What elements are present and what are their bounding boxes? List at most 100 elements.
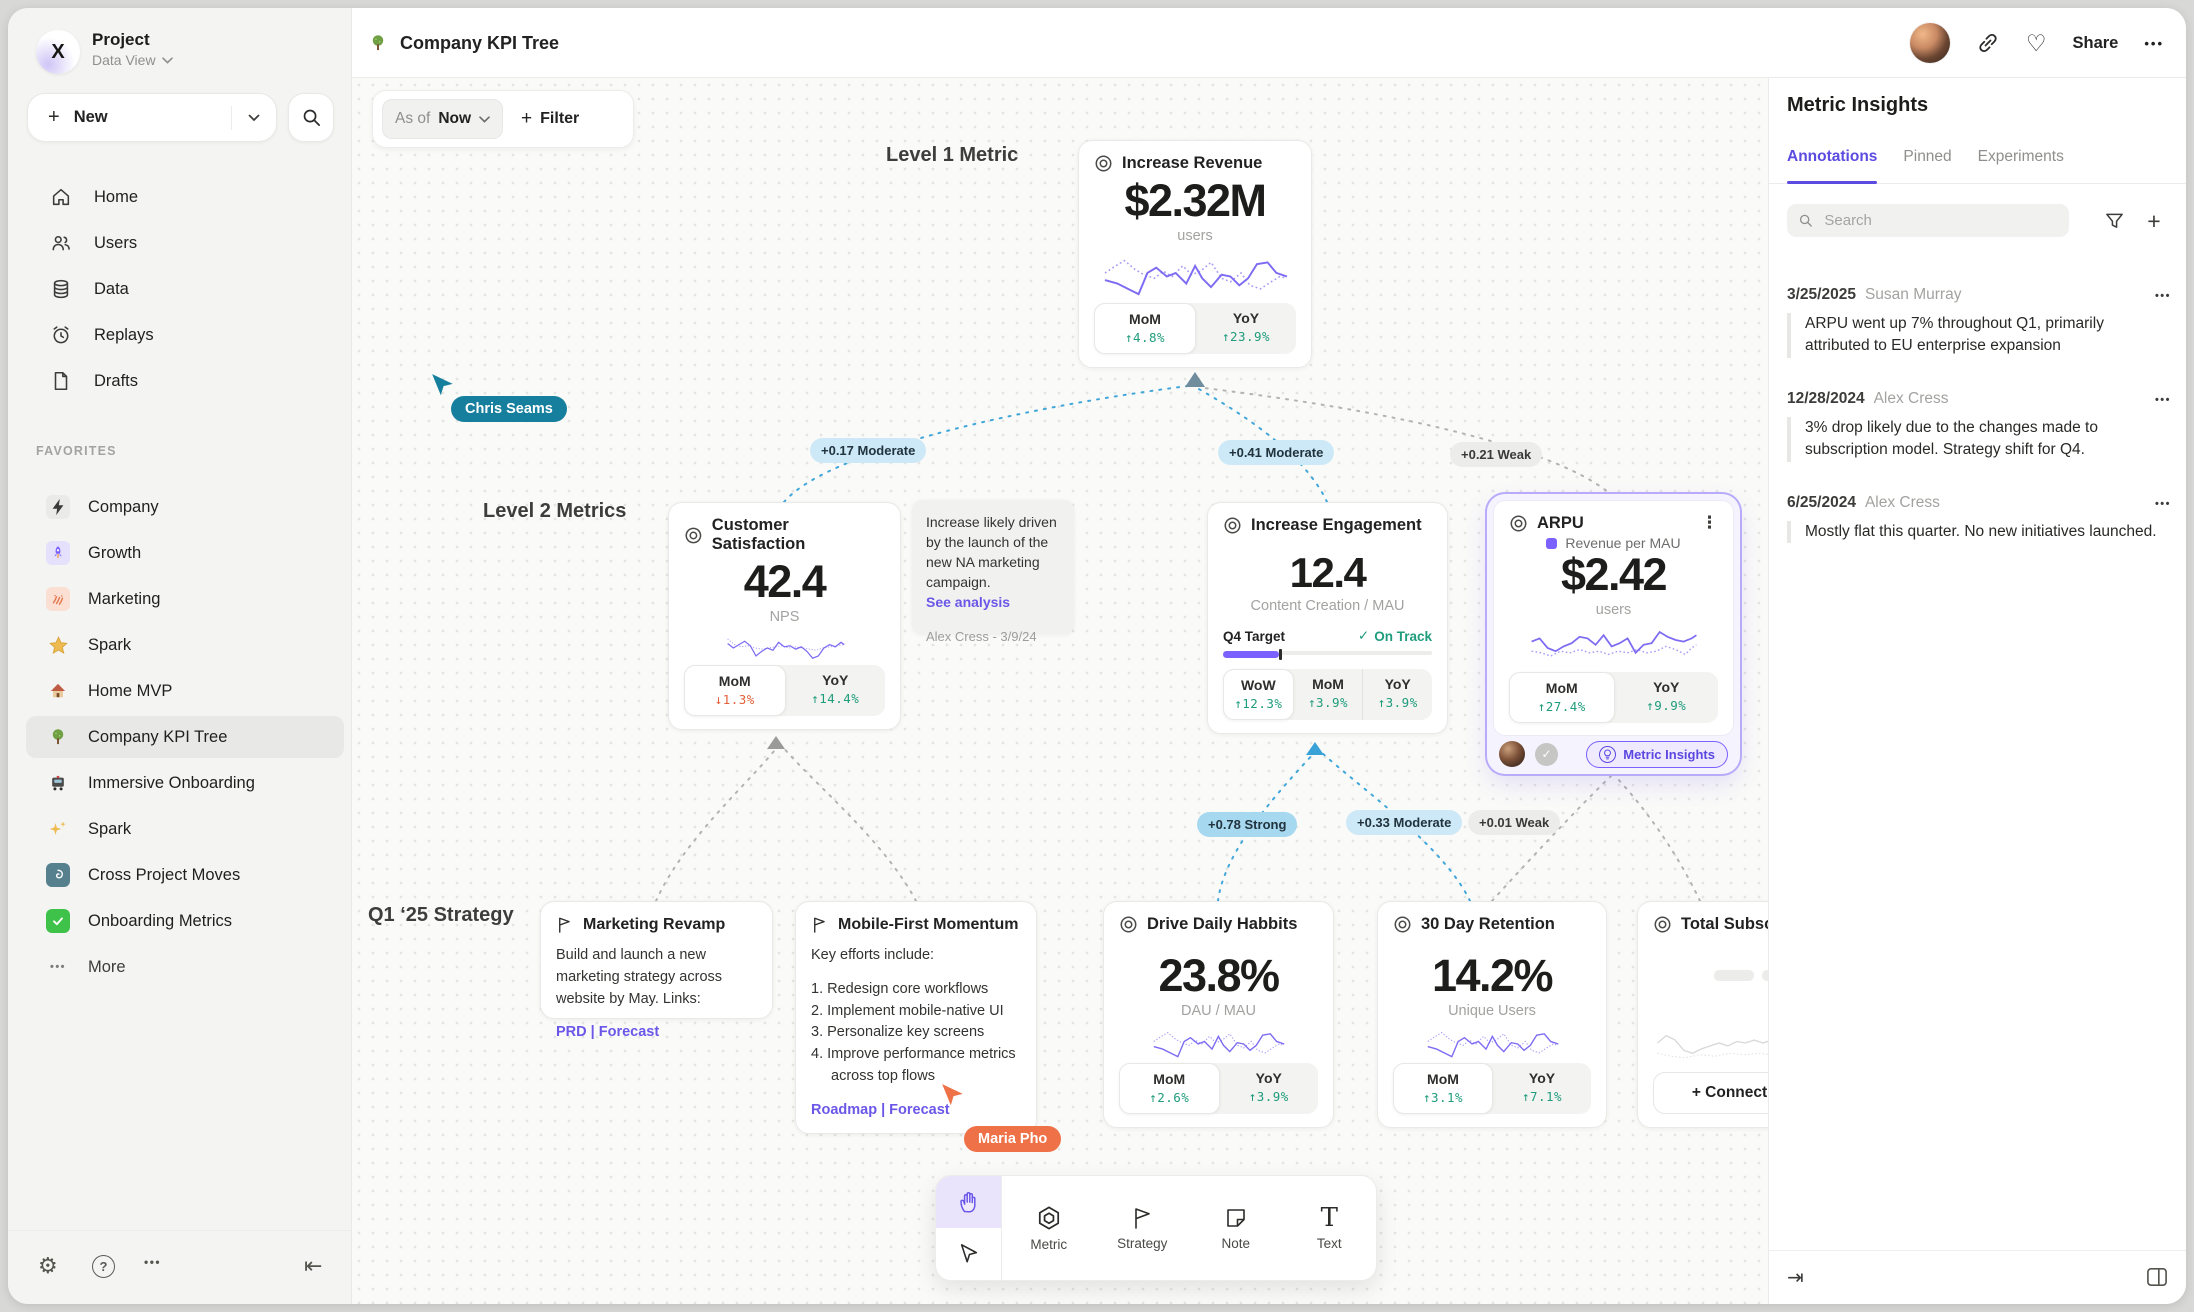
search-icon bbox=[301, 107, 322, 128]
favorite-item-growth[interactable]: Growth bbox=[26, 532, 344, 574]
annotations-search[interactable] bbox=[1787, 204, 2069, 237]
tab-experiments[interactable]: Experiments bbox=[1978, 140, 2064, 183]
tab-pinned[interactable]: Pinned bbox=[1903, 140, 1951, 183]
sidebar-item-home[interactable]: Home bbox=[26, 176, 344, 218]
collapse-sidebar-icon[interactable]: ⇤ bbox=[304, 1253, 322, 1279]
annotation-item[interactable]: 3/25/2025 Susan Murray ••• ARPU went up … bbox=[1787, 286, 2171, 358]
sidebar-item-data[interactable]: Data bbox=[26, 268, 344, 310]
favorites-heading: FAVORITES bbox=[36, 444, 117, 458]
project-view-switcher[interactable]: Data View bbox=[92, 52, 173, 68]
favorite-item-label: Growth bbox=[88, 544, 141, 563]
sidebar-item-users[interactable]: Users bbox=[26, 222, 344, 264]
strategy-card-mobile-first-momentum[interactable]: Mobile-First Momentum Key efforts includ… bbox=[795, 901, 1037, 1134]
stat-mom: MoM↓1.3% bbox=[684, 665, 786, 716]
select-tool-button[interactable] bbox=[936, 1228, 1001, 1280]
favorite-item-immersive-onboarding[interactable]: Immersive Onboarding bbox=[26, 762, 344, 804]
metric-unit: Unique Users bbox=[1393, 1003, 1591, 1019]
help-icon[interactable]: ? bbox=[92, 1255, 115, 1278]
metric-card-arpu[interactable]: ARPU ⋮ Revenue per MAU $2.42 users MoM↑2… bbox=[1487, 494, 1740, 774]
metric-card-increase-revenue[interactable]: Increase Revenue $2.32M users MoM↑4.8% Y… bbox=[1078, 140, 1312, 368]
marketing-icon bbox=[46, 587, 70, 611]
skeleton-placeholder bbox=[1653, 970, 1768, 981]
chevron-down-icon bbox=[162, 57, 173, 64]
hand-tool-button[interactable] bbox=[936, 1176, 1001, 1228]
canvas-controls: As of Now + Filter bbox=[372, 90, 634, 148]
card-title: Marketing Revamp bbox=[583, 916, 725, 934]
sidebar-more-button[interactable]: ••• More bbox=[26, 946, 344, 988]
favorite-item-company-kpi-tree[interactable]: Company KPI Tree bbox=[26, 716, 344, 758]
collapse-panel-icon[interactable]: ⇥ bbox=[1787, 1265, 1804, 1290]
favorite-item-company[interactable]: Company bbox=[26, 486, 344, 528]
settings-gear-icon[interactable]: ⚙ bbox=[38, 1253, 58, 1279]
metric-card-30-day-retention[interactable]: 30 Day Retention 14.2% Unique Users MoM↑… bbox=[1377, 901, 1607, 1128]
filter-button[interactable]: + Filter bbox=[521, 108, 579, 130]
strategy-list-item: 2. Implement mobile-native UI bbox=[811, 1001, 1021, 1023]
favorite-item-spark-2[interactable]: Spark bbox=[26, 808, 344, 850]
favorite-item-spark[interactable]: Spark bbox=[26, 624, 344, 666]
metric-card-customer-satisfaction[interactable]: Customer Satisfaction 42.4 NPS MoM↓1.3% … bbox=[668, 502, 901, 730]
sidebar-item-replays[interactable]: Replays bbox=[26, 314, 344, 356]
metric-tool-button[interactable]: Metric bbox=[1002, 1176, 1096, 1280]
card-title: Increase Revenue bbox=[1122, 154, 1262, 173]
see-analysis-link[interactable]: See analysis bbox=[926, 593, 1060, 613]
copy-link-icon[interactable] bbox=[1976, 31, 2000, 55]
users-icon bbox=[50, 232, 72, 254]
canvas-note[interactable]: Increase likely driven by the launch of … bbox=[912, 500, 1074, 634]
stat-mom: MoM↑3.1% bbox=[1393, 1063, 1493, 1114]
annotation-menu-icon[interactable]: ••• bbox=[2155, 498, 2171, 510]
annotation-menu-icon[interactable]: ••• bbox=[2155, 290, 2171, 302]
favorite-item-marketing[interactable]: Marketing bbox=[26, 578, 344, 620]
as-of-selector[interactable]: As of Now bbox=[382, 99, 503, 139]
text-tool-button[interactable]: T Text bbox=[1283, 1176, 1377, 1280]
strategy-links[interactable]: PRD | Forecast bbox=[556, 1024, 757, 1040]
workspace-logo[interactable]: X bbox=[36, 30, 80, 74]
favorite-item-home-mvp[interactable]: Home MVP bbox=[26, 670, 344, 712]
replays-icon bbox=[50, 324, 72, 346]
share-button[interactable]: Share bbox=[2072, 34, 2118, 53]
card-menu-icon[interactable]: ⋮ bbox=[1701, 513, 1718, 533]
new-dropdown-button[interactable] bbox=[232, 114, 276, 122]
add-annotation-icon[interactable]: + bbox=[2139, 206, 2169, 236]
card-title: Customer Satisfaction bbox=[712, 516, 885, 554]
metric-unit: users bbox=[1509, 602, 1718, 618]
metric-card-increase-engagement[interactable]: Increase Engagement 12.4 Content Creatio… bbox=[1207, 502, 1448, 734]
metric-card-drive-daily-habbits[interactable]: Drive Daily Habbits 23.8% DAU / MAU MoM↑… bbox=[1103, 901, 1334, 1128]
stat-row: MoM↑3.1% YoY↑7.1% bbox=[1393, 1063, 1591, 1114]
hand-icon bbox=[957, 1190, 981, 1214]
panel-tabs: Annotations Pinned Experiments bbox=[1769, 140, 2186, 184]
metric-insights-button[interactable]: Metric Insights bbox=[1586, 741, 1728, 768]
note-tool-button[interactable]: Note bbox=[1189, 1176, 1283, 1280]
strategy-list-item: 3. Personalize key screens bbox=[811, 1022, 1021, 1044]
annotation-menu-icon[interactable]: ••• bbox=[2155, 394, 2171, 406]
strategy-links[interactable]: Roadmap | Forecast bbox=[811, 1102, 1021, 1118]
tab-annotations[interactable]: Annotations bbox=[1787, 140, 1877, 183]
favorite-item-cross-project-moves[interactable]: Cross Project Moves bbox=[26, 854, 344, 896]
card-title: 30 Day Retention bbox=[1421, 915, 1555, 934]
search-input[interactable] bbox=[1822, 211, 2058, 230]
strategy-card-marketing-revamp[interactable]: Marketing Revamp Build and launch a new … bbox=[540, 901, 773, 1019]
new-button[interactable]: + New bbox=[27, 93, 277, 142]
overflow-menu-icon[interactable]: ••• bbox=[2144, 36, 2164, 51]
strategy-tool-button[interactable]: Strategy bbox=[1096, 1176, 1190, 1280]
favorite-heart-icon[interactable]: ♡ bbox=[2026, 32, 2047, 55]
filter-funnel-icon[interactable] bbox=[2099, 206, 2129, 236]
annotation-item[interactable]: 6/25/2024 Alex Cress ••• Mostly flat thi… bbox=[1787, 494, 2171, 543]
sidebar-search-button[interactable] bbox=[288, 93, 334, 142]
ellipsis-icon[interactable]: ••• bbox=[144, 1255, 161, 1269]
annotation-author: Alex Cress bbox=[1874, 390, 1949, 408]
stat-row: MoM↑27.4% YoY↑9.9% bbox=[1509, 672, 1718, 723]
drafts-icon bbox=[50, 370, 72, 392]
split-view-icon[interactable] bbox=[2146, 1267, 2168, 1287]
favorite-item-onboarding-metrics[interactable]: Onboarding Metrics bbox=[26, 900, 344, 942]
card-title: ARPU bbox=[1537, 514, 1584, 533]
stat-yoy: YoY↑3.9% bbox=[1362, 669, 1432, 720]
target-progress-bar bbox=[1223, 651, 1432, 655]
kpi-tree-canvas[interactable]: As of Now + Filter Level 1 Metric Level … bbox=[352, 78, 1768, 1304]
connect-data-button[interactable]: + Connect bbox=[1653, 1072, 1768, 1114]
metric-card-total-subscriptions[interactable]: Total Subscriptions + Connect bbox=[1637, 901, 1768, 1128]
metric-value: 12.4 bbox=[1223, 549, 1432, 597]
metric-value: $2.42 bbox=[1509, 549, 1718, 601]
sidebar-item-drafts[interactable]: Drafts bbox=[26, 360, 344, 402]
annotation-item[interactable]: 12/28/2024 Alex Cress ••• 3% drop likely… bbox=[1787, 390, 2171, 462]
user-avatar[interactable] bbox=[1910, 23, 1950, 63]
